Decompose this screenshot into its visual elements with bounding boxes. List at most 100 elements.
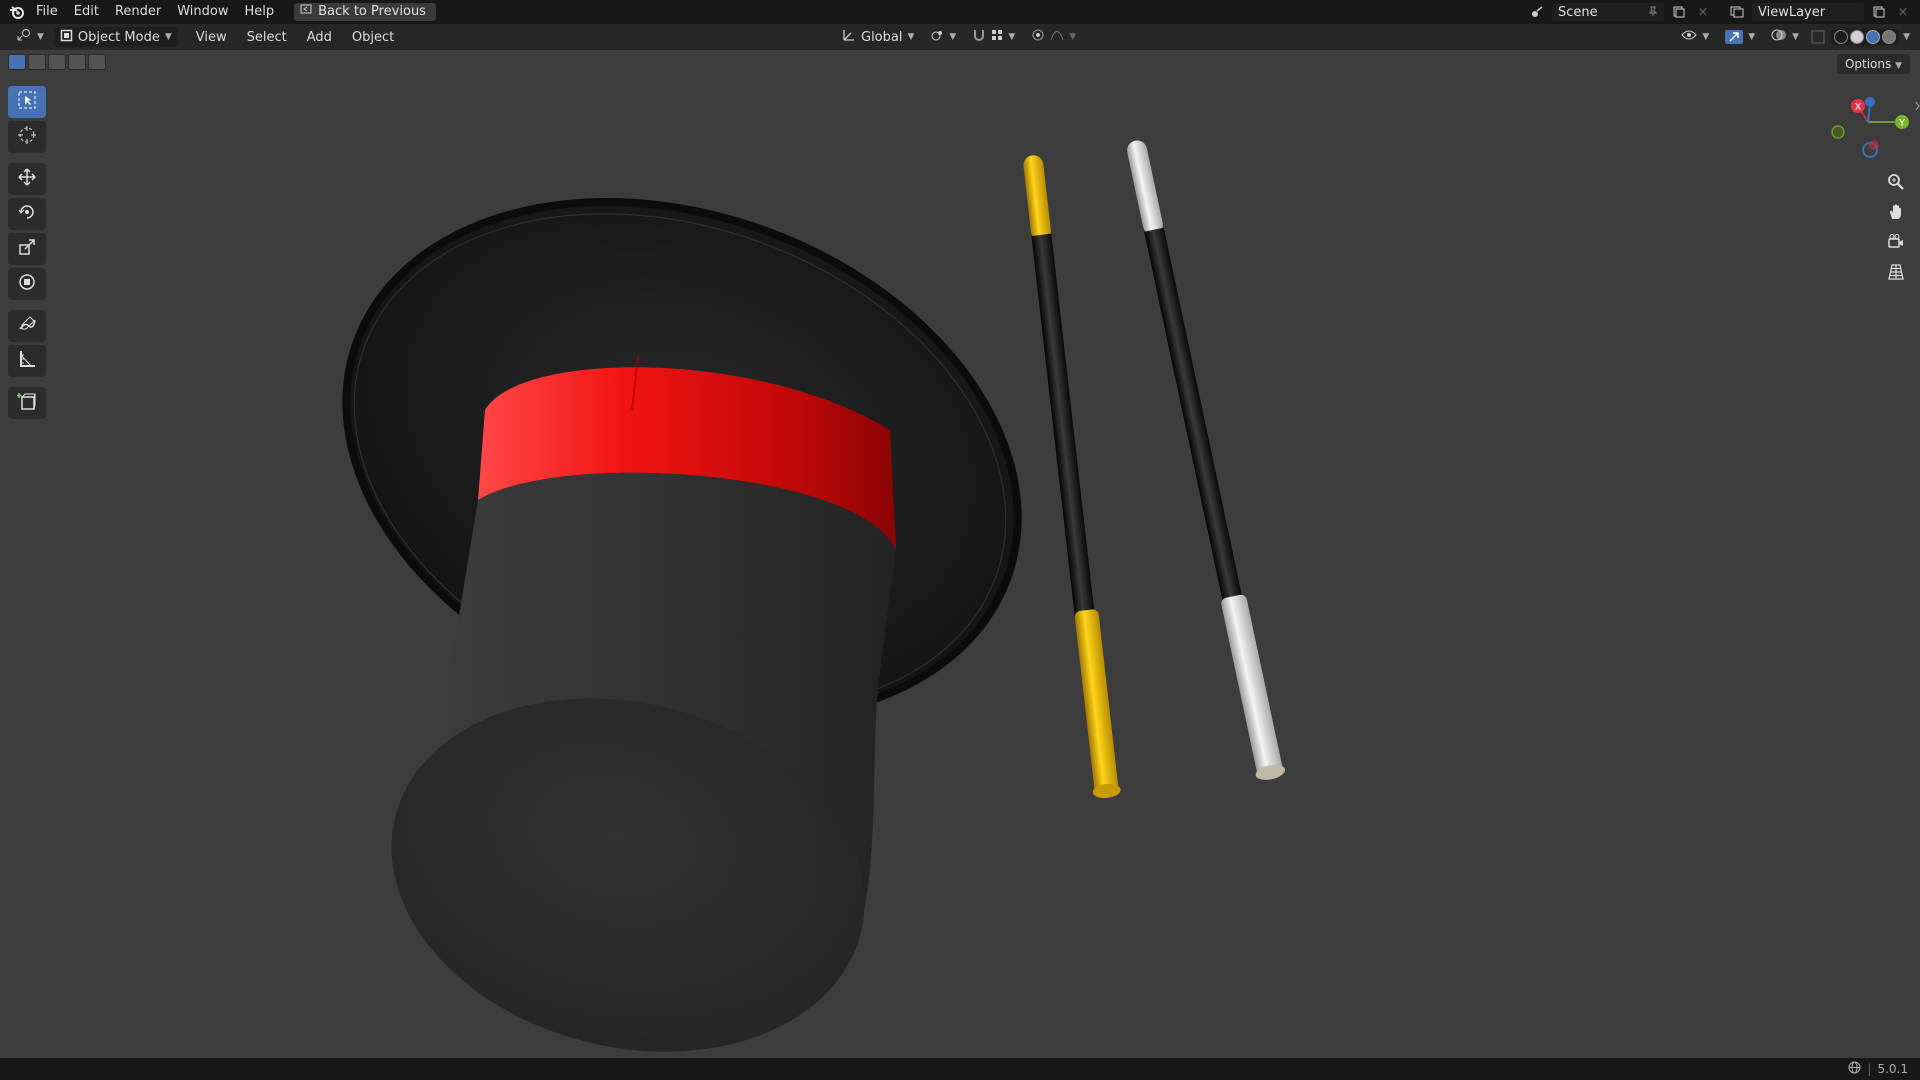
gizmo-dropdown[interactable]: ▼ [1719,27,1761,47]
overlays-dropdown[interactable]: ▼ [1765,27,1805,47]
view-layer-icon[interactable] [1728,3,1746,21]
wand-tip-bottom [1074,609,1119,794]
perspective-toggle-button[interactable] [1880,260,1912,288]
select-box-tool[interactable] [8,86,46,118]
new-view-layer-icon[interactable] [1870,3,1888,21]
overlays-icon [1771,28,1787,46]
editor-type-icon [16,28,32,46]
navigation-tools [1880,170,1912,290]
snap-toggle[interactable]: ▼ [966,27,1021,47]
white-wand-object[interactable] [1121,137,1286,782]
view-layer-selector[interactable]: ViewLayer [1752,3,1864,21]
transform-orientation-dropdown[interactable]: Global ▼ [836,27,920,47]
menu-view[interactable]: View [186,30,237,45]
navigation-gizmo[interactable]: X Y [1820,92,1920,172]
menu-file[interactable]: File [28,0,66,24]
eye-icon [1681,29,1697,45]
version-text: 5.0.1 [1877,1062,1908,1076]
annotate-icon [17,314,37,338]
pin-icon[interactable] [1648,5,1658,20]
mode-label: Object Mode [77,29,160,45]
solid-shading-icon[interactable] [1850,30,1865,44]
menu-add[interactable]: Add [297,30,342,45]
editor-type-dropdown[interactable]: ▼ [10,27,50,47]
gizmo-x-label: X [1855,102,1862,113]
shading-mode-group [1831,29,1900,45]
menu-render[interactable]: Render [107,0,169,24]
pan-button[interactable] [1880,200,1912,228]
close-view-layer-icon[interactable]: × [1894,3,1912,21]
menu-select[interactable]: Select [237,30,297,45]
proportional-edit-toggle[interactable]: ▼ [1025,27,1082,47]
new-scene-icon[interactable] [1670,3,1688,21]
scale-icon [17,237,37,261]
wireframe-shading-icon[interactable] [1834,30,1849,44]
status-separator: | [1867,1062,1872,1076]
measure-tool[interactable] [8,345,46,377]
xray-toggle-icon[interactable] [1809,28,1827,46]
pivot-dropdown[interactable]: ▼ [924,27,962,47]
move-icon [17,167,37,191]
add-cube-tool[interactable] [8,387,46,419]
measure-icon [17,349,37,373]
shading-options-chevron-icon[interactable]: ▼ [1903,32,1910,42]
falloff-icon [1050,29,1064,45]
rotate-tool[interactable] [8,198,46,230]
orientation-icon [842,28,856,46]
viewport-header: ▼ Object Mode ▼ View Select Add Object G… [0,24,1920,50]
rotate-icon [17,202,37,226]
menu-object[interactable]: Object [342,30,404,45]
visibility-dropdown[interactable]: ▼ [1675,27,1715,47]
annotate-tool[interactable] [8,310,46,342]
chevron-down-icon: ▼ [1008,32,1016,42]
gizmo-y-label: Y [1898,118,1906,129]
magnet-icon [972,28,986,46]
chevron-down-icon: ▼ [1702,32,1710,42]
pivot-icon [930,28,944,46]
mode-dropdown[interactable]: Object Mode ▼ [53,27,178,47]
viewport-3d[interactable] [0,50,1920,1060]
back-to-previous-button[interactable]: Back to Previous [294,3,436,21]
wand-tip-top [1023,155,1051,241]
scale-tool[interactable] [8,233,46,265]
back-icon [300,3,312,21]
hand-icon [1887,203,1905,225]
menu-help[interactable]: Help [237,0,283,24]
orientation-label: Global [861,29,903,45]
wand-tip-top [1127,140,1163,235]
menu-window[interactable]: Window [169,0,236,24]
scene-selector[interactable]: Scene [1552,3,1664,21]
back-label: Back to Previous [318,4,426,19]
move-tool[interactable] [8,163,46,195]
add-cube-icon [17,391,37,415]
top-hat-object[interactable] [268,107,1095,1060]
camera-view-button[interactable] [1880,230,1912,258]
chevron-down-icon: ▼ [164,32,172,42]
zoom-button[interactable] [1880,170,1912,198]
chevron-down-icon: ▼ [907,32,915,42]
menu-edit[interactable]: Edit [66,0,107,24]
select-box-icon [17,90,37,114]
camera-icon [1887,233,1905,255]
gizmo-z-axis[interactable] [1865,97,1875,107]
zoom-icon [1887,173,1905,195]
view-layer-name: ViewLayer [1758,4,1826,20]
chevron-down-icon: ▼ [37,32,44,42]
wand-tip-bottom [1221,594,1283,776]
blender-logo[interactable] [6,1,28,23]
snap-grid-icon [991,29,1003,45]
cursor-icon [17,125,37,149]
proportional-icon [1031,28,1045,46]
object-mode-icon [60,29,73,46]
close-scene-icon[interactable]: × [1694,3,1712,21]
wand-shaft [1144,227,1243,605]
material-shading-icon[interactable] [1866,30,1881,44]
transform-tool[interactable] [8,268,46,300]
tool-shelf [8,86,46,422]
chevron-down-icon: ▼ [1069,32,1077,42]
chevron-down-icon: ▼ [1792,32,1800,42]
scene-type-icon[interactable] [1528,3,1546,21]
cursor-tool[interactable] [8,121,46,153]
rendered-shading-icon[interactable] [1882,30,1897,44]
yellow-wand-object[interactable] [1020,154,1121,800]
